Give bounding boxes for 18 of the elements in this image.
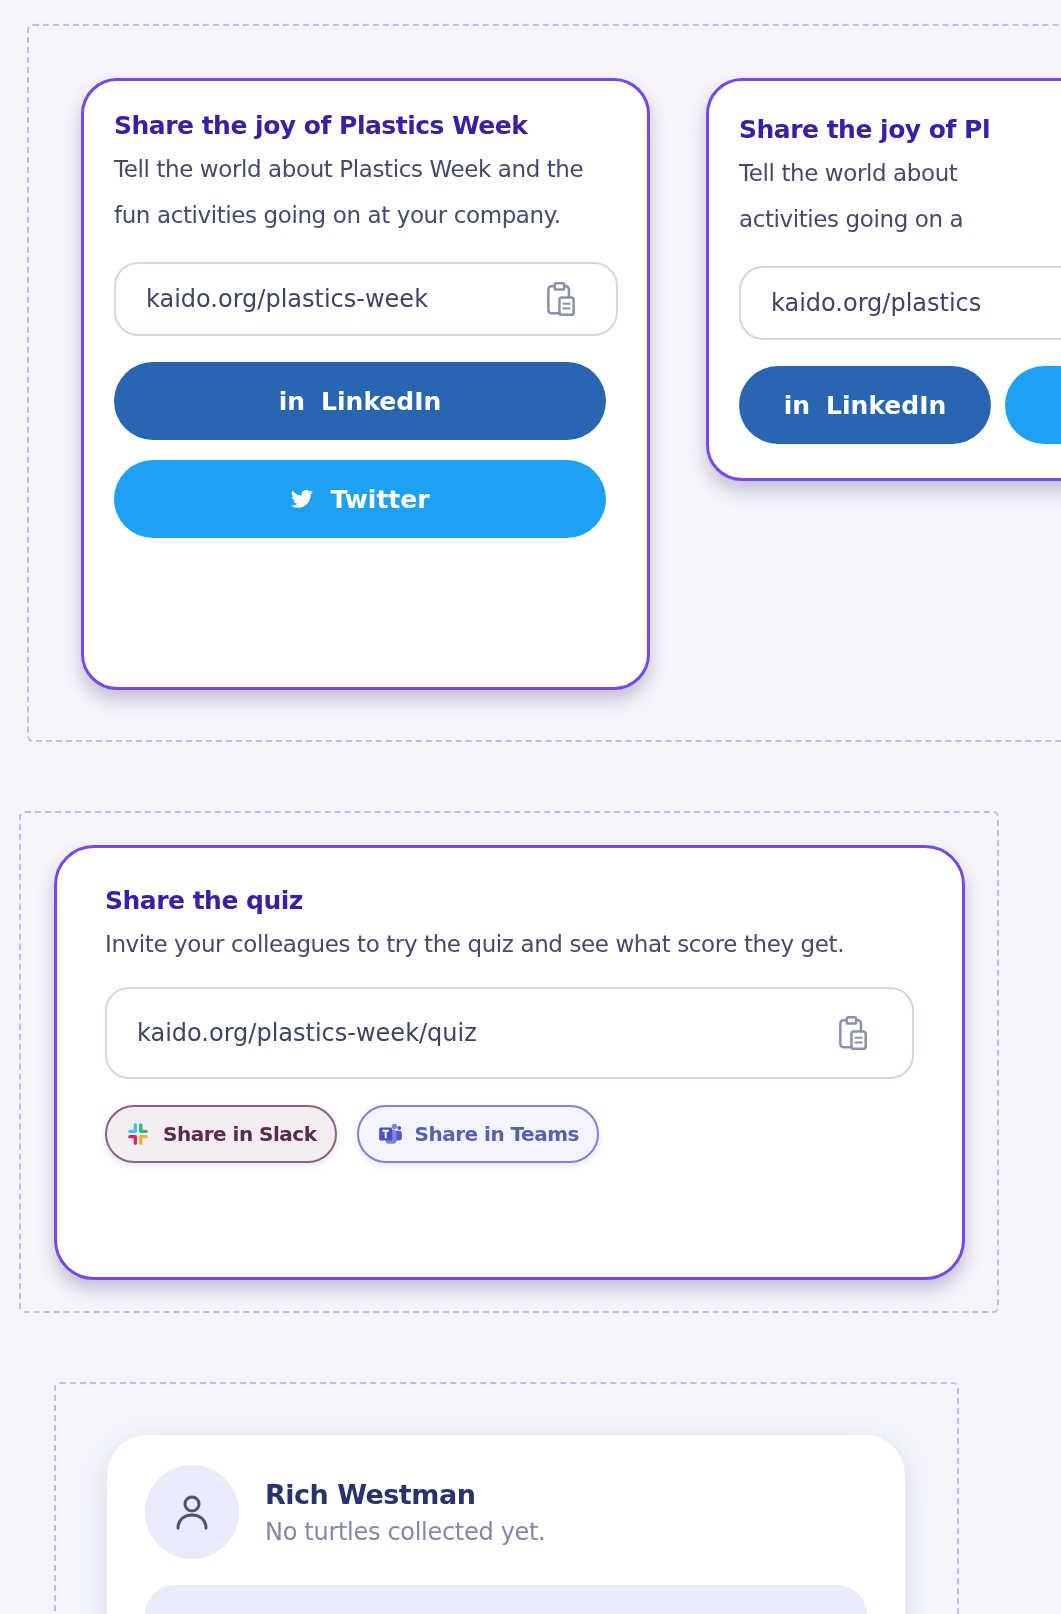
linkedin-button[interactable]: in LinkedIn xyxy=(114,362,606,440)
card-description: Invite your colleagues to try the quiz and see what score they get. xyxy=(105,930,846,959)
user-name: Rich Westman xyxy=(265,1478,477,1510)
card-description: Tell the world about Plastics Week and the fun activities going on at your company. xyxy=(114,155,585,230)
link-field[interactable]: kaido.org/plastics-week/quiz xyxy=(105,987,914,1079)
card-title: Share the joy of Pl xyxy=(739,115,991,144)
linkedin-button[interactable]: in LinkedIn xyxy=(739,366,991,444)
link-field[interactable]: kaido.org/plastics-week xyxy=(114,262,618,336)
people-logo-icon xyxy=(376,1121,403,1147)
hash-logo-icon xyxy=(125,1121,151,1147)
bird-icon xyxy=(290,487,315,511)
card-title: Share the joy of Plastics Week xyxy=(114,111,529,140)
slack-share-button[interactable]: Share in Slack xyxy=(105,1105,337,1163)
card-title: Share the quiz xyxy=(105,886,304,915)
card-description: Tell the world about activities going on a xyxy=(739,159,965,234)
link-field[interactable]: kaido.org/plastics xyxy=(739,266,1061,340)
status-text: No turtles collected yet. xyxy=(265,1517,546,1546)
teams-share-button[interactable]: Share in Teams xyxy=(356,1105,599,1163)
